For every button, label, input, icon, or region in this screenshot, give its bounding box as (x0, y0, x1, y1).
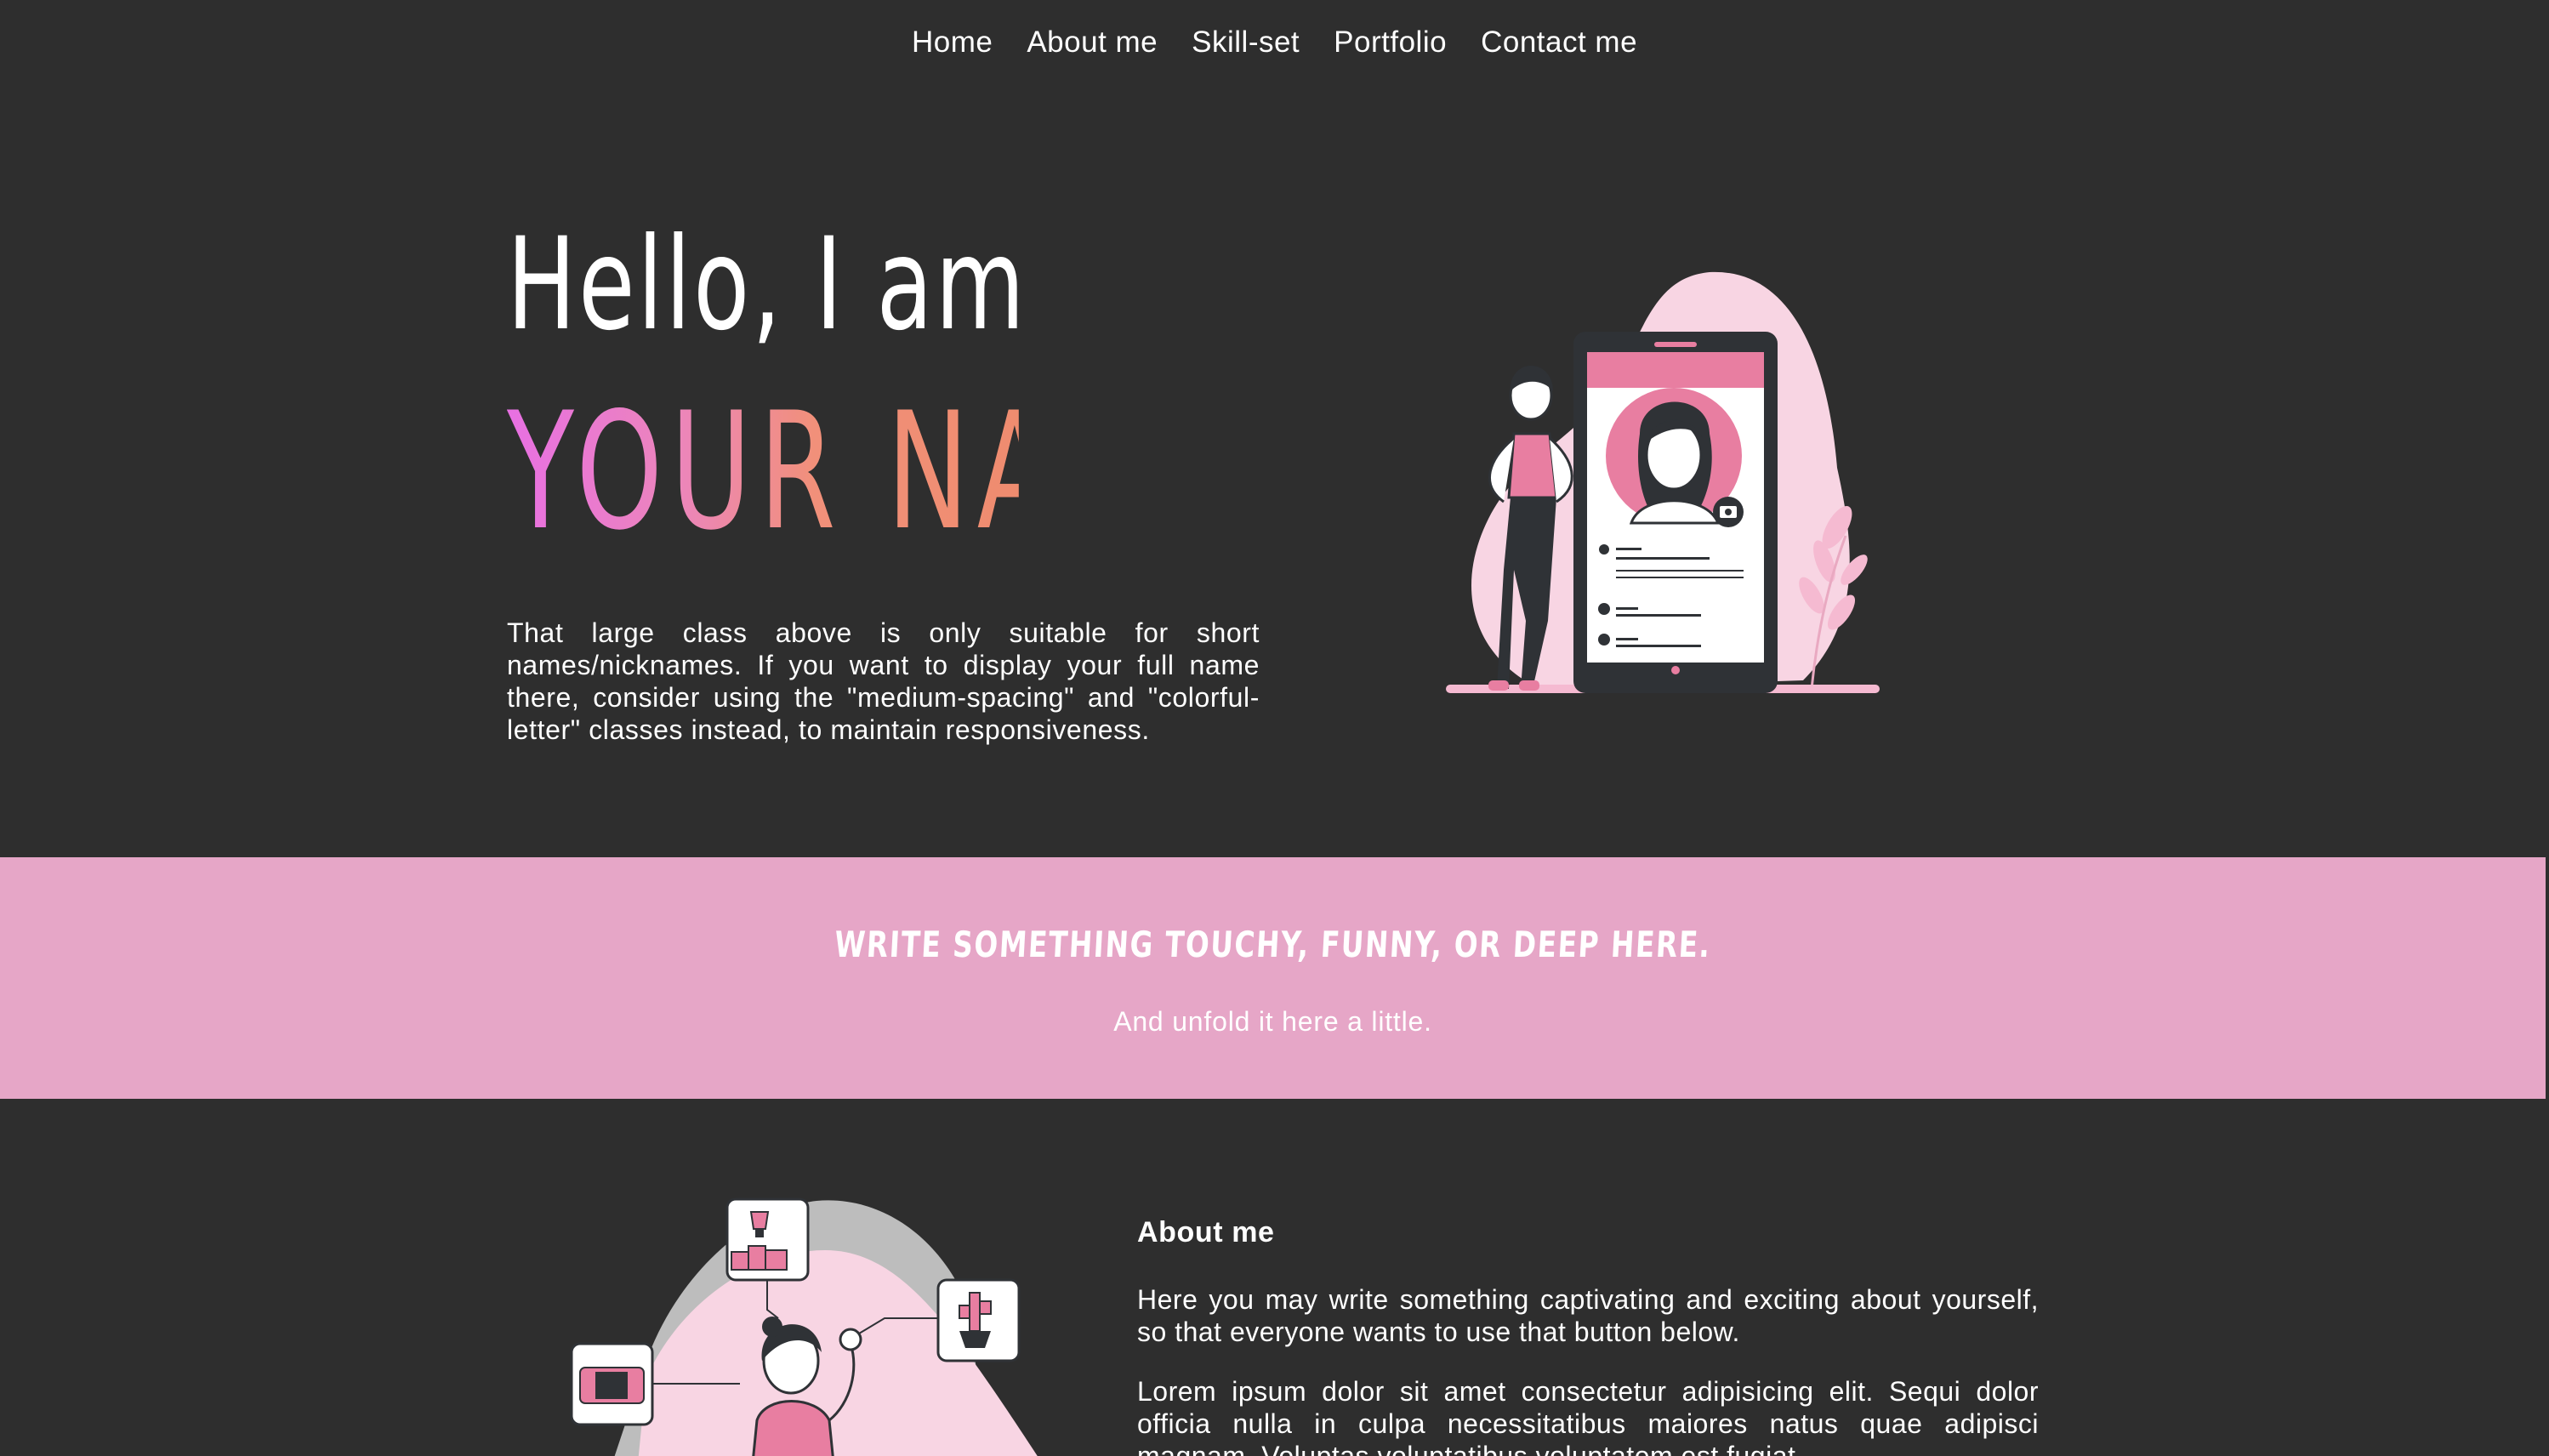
hero-section: Hello, I am YOUR NAME That large class a… (507, 208, 1260, 773)
profile-phone-illustration (1437, 264, 1897, 706)
achievements-illustration (544, 1191, 1038, 1456)
hero-greeting: Hello, I am (507, 211, 1027, 359)
page: Home About me Skill-set Portfolio Contac… (0, 0, 2549, 1456)
hero-name: YOUR NAME (507, 378, 1241, 566)
banner-title: Write something touchy, funny, or deep h… (833, 924, 1713, 965)
nav-skillset-link[interactable]: Skill-set (1192, 26, 1300, 60)
about-paragraph-1: Here you may write something captivating… (1137, 1284, 2039, 1347)
about-section: About me Here you may write something ca… (1137, 1216, 2039, 1456)
nav-about-link[interactable]: About me (1027, 26, 1158, 60)
banner-subtitle: And unfold it here a little. (1113, 1006, 1432, 1037)
nav-home-link[interactable]: Home (912, 26, 993, 60)
top-nav: Home About me Skill-set Portfolio Contac… (0, 0, 2549, 85)
nav-contact-link[interactable]: Contact me (1481, 26, 1637, 60)
about-paragraph-2: Lorem ipsum dolor sit amet consectetur a… (1137, 1376, 2039, 1456)
nav-portfolio-link[interactable]: Portfolio (1334, 26, 1447, 60)
about-heading: About me (1137, 1216, 1275, 1248)
hero-description: That large class above is only suitable … (507, 617, 1260, 745)
quote-banner: Write something touchy, funny, or deep h… (0, 857, 2546, 1099)
